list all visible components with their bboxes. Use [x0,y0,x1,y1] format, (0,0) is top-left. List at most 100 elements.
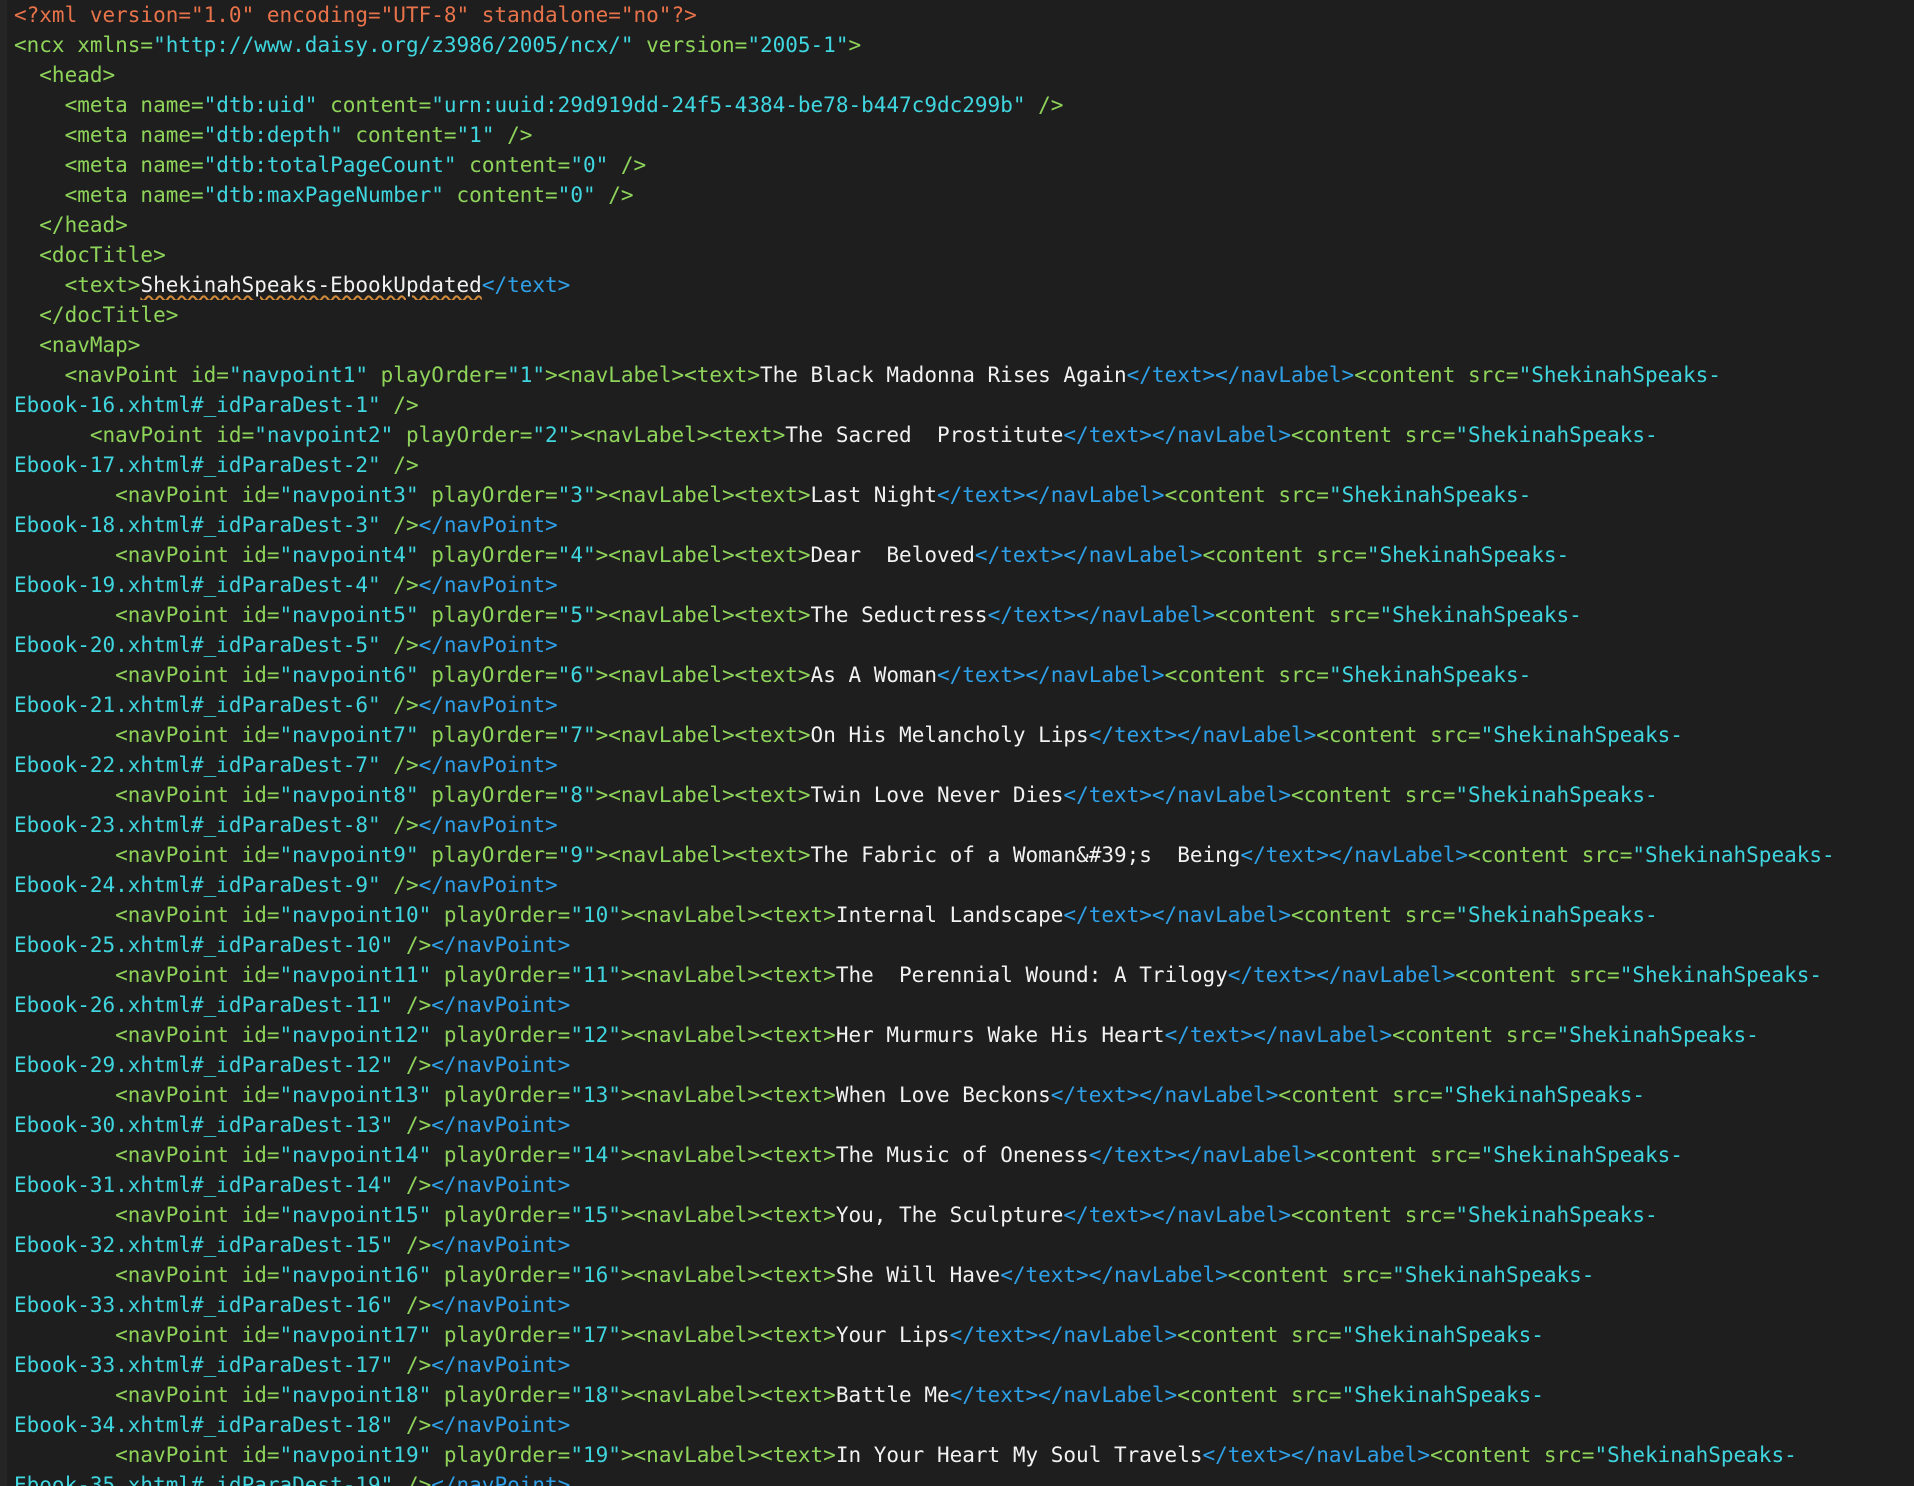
xml-tag: <content src= [1316,723,1481,747]
xml-tag: <content src= [1468,843,1633,867]
code-line[interactable]: <meta name="dtb:uid" content="urn:uuid:2… [14,90,1914,120]
editor-gutter [0,0,7,1486]
code-line[interactable]: <navPoint id="navpoint14" playOrder="14"… [14,1140,1914,1170]
code-line[interactable]: Ebook-22.xhtml#_idParaDest-7" /></navPoi… [14,750,1914,780]
code-line[interactable]: Ebook-24.xhtml#_idParaDest-9" /></navPoi… [14,870,1914,900]
code-lines[interactable]: <?xml version="1.0" encoding="UTF-8" sta… [14,0,1914,1486]
xml-tag: <navPoint id= [14,483,280,507]
code-line[interactable]: <meta name="dtb:maxPageNumber" content="… [14,180,1914,210]
code-line[interactable]: Ebook-31.xhtml#_idParaDest-14" /></navPo… [14,1170,1914,1200]
code-line[interactable]: <navPoint id="navpoint10" playOrder="10"… [14,900,1914,930]
code-line[interactable]: <navPoint id="navpoint4" playOrder="4"><… [14,540,1914,570]
xml-tag: <navPoint id= [14,363,229,387]
code-line[interactable]: <navPoint id="navpoint16" playOrder="16"… [14,1260,1914,1290]
code-line[interactable]: <head> [14,60,1914,90]
attribute-value: "navpoint6" [279,663,419,687]
code-line[interactable]: <navPoint id="navpoint15" playOrder="15"… [14,1200,1914,1230]
code-line[interactable]: <navPoint id="navpoint11" playOrder="11"… [14,960,1914,990]
xml-tag: <navPoint id= [14,963,280,987]
code-line[interactable]: <meta name="dtb:totalPageCount" content=… [14,150,1914,180]
text-content: She Will Have [835,1263,1001,1287]
code-line[interactable]: Ebook-18.xhtml#_idParaDest-3" /></navPoi… [14,510,1914,540]
code-line[interactable]: <navPoint id="navpoint8" playOrder="8"><… [14,780,1914,810]
xml-tag: playOrder= [431,903,571,927]
xml-close-tag: </navPoint> [418,753,558,777]
code-line[interactable]: Ebook-32.xhtml#_idParaDest-15" /></navPo… [14,1230,1914,1260]
code-line[interactable]: Ebook-23.xhtml#_idParaDest-8" /></navPoi… [14,810,1914,840]
code-line[interactable]: Ebook-35.xhtml#_idParaDest-19" /></navPo… [14,1470,1914,1486]
xml-tag: /> [393,1173,432,1197]
code-line[interactable]: <navPoint id="navpoint19" playOrder="19"… [14,1440,1914,1470]
code-line[interactable]: Ebook-16.xhtml#_idParaDest-1" /> [14,390,1914,420]
attribute-value: "17" [570,1323,621,1347]
code-line[interactable]: <?xml version="1.0" encoding="UTF-8" sta… [14,0,1914,30]
code-line[interactable]: <navPoint id="navpoint9" playOrder="9"><… [14,840,1914,870]
attribute-value: "navpoint16" [279,1263,432,1287]
code-line[interactable]: <navPoint id="navpoint17" playOrder="17"… [14,1320,1914,1350]
xml-tag: <navPoint id= [14,1203,280,1227]
code-line[interactable]: Ebook-29.xhtml#_idParaDest-12" /></navPo… [14,1050,1914,1080]
attribute-value: Ebook-31.xhtml#_idParaDest-14" [14,1173,394,1197]
code-line[interactable]: Ebook-21.xhtml#_idParaDest-6" /></navPoi… [14,690,1914,720]
code-line[interactable]: Ebook-17.xhtml#_idParaDest-2" /> [14,450,1914,480]
xml-tag: /> [393,1473,432,1486]
attribute-value: Ebook-20.xhtml#_idParaDest-5" [14,633,381,657]
xml-tag: <meta name= [14,93,204,117]
attribute-value: "http://www.daisy.org/z3986/2005/ncx/" [153,33,634,57]
code-line[interactable]: Ebook-25.xhtml#_idParaDest-10" /></navPo… [14,930,1914,960]
xml-tag: /> [393,1113,432,1137]
code-line[interactable]: <meta name="dtb:depth" content="1" /> [14,120,1914,150]
xml-tag: <navPoint id= [14,423,255,447]
code-line[interactable]: Ebook-26.xhtml#_idParaDest-11" /></navPo… [14,990,1914,1020]
attribute-value: Ebook-16.xhtml#_idParaDest-1" [14,393,381,417]
xml-tag: playOrder= [431,1083,571,1107]
xml-tag: <navPoint id= [14,723,280,747]
code-line[interactable]: Ebook-19.xhtml#_idParaDest-4" /></navPoi… [14,570,1914,600]
code-line[interactable]: <navPoint id="navpoint12" playOrder="12"… [14,1020,1914,1050]
code-line[interactable]: <navMap> [14,330,1914,360]
code-line[interactable]: <navPoint id="navpoint13" playOrder="13"… [14,1080,1914,1110]
xml-close-tag: </text></navLabel> [936,663,1165,687]
attribute-value: "1" [507,363,546,387]
code-line[interactable]: Ebook-33.xhtml#_idParaDest-17" /></navPo… [14,1350,1914,1380]
attribute-value: "6" [557,663,596,687]
code-line[interactable]: </docTitle> [14,300,1914,330]
code-line[interactable]: <text>ShekinahSpeaks-EbookUpdated</text> [14,270,1914,300]
code-line[interactable]: <navPoint id="navpoint7" playOrder="7"><… [14,720,1914,750]
xml-tag: <content src= [1290,903,1456,927]
attribute-value: "navpoint4" [279,543,419,567]
xml-tag: <content src= [1278,1083,1443,1107]
attribute-value: "8" [557,783,596,807]
xml-close-tag: </navPoint> [431,1353,571,1377]
text-content: Internal Landscape [835,903,1064,927]
code-line[interactable]: Ebook-34.xhtml#_idParaDest-18" /></navPo… [14,1410,1914,1440]
code-line[interactable]: <navPoint id="navpoint1" playOrder="1"><… [14,360,1914,390]
code-line[interactable]: </head> [14,210,1914,240]
code-line[interactable]: <navPoint id="navpoint6" playOrder="6"><… [14,660,1914,690]
xml-tag: <docTitle> [14,243,166,267]
attribute-value: Ebook-19.xhtml#_idParaDest-4" [14,573,381,597]
code-line[interactable]: Ebook-30.xhtml#_idParaDest-13" /></navPo… [14,1110,1914,1140]
code-line[interactable]: <ncx xmlns="http://www.daisy.org/z3986/2… [14,30,1914,60]
xml-tag: </head> [14,213,128,237]
xml-tag: ><navLabel><text> [620,1203,836,1227]
code-line[interactable]: <navPoint id="navpoint2" playOrder="2"><… [14,420,1914,450]
code-line[interactable]: Ebook-20.xhtml#_idParaDest-5" /></navPoi… [14,630,1914,660]
xml-tag: /> [595,183,634,207]
xml-tag: <content src= [1177,1323,1342,1347]
code-line[interactable]: <navPoint id="navpoint5" playOrder="5"><… [14,600,1914,630]
attribute-value: Ebook-34.xhtml#_idParaDest-18" [14,1413,394,1437]
attribute-value: Ebook-23.xhtml#_idParaDest-8" [14,813,381,837]
attribute-value: "navpoint12" [279,1023,432,1047]
code-line[interactable]: <navPoint id="navpoint18" playOrder="18"… [14,1380,1914,1410]
attribute-value: "ShekinahSpeaks- [1632,843,1835,867]
code-line[interactable]: Ebook-33.xhtml#_idParaDest-16" /></navPo… [14,1290,1914,1320]
code-line[interactable]: <navPoint id="navpoint3" playOrder="3"><… [14,480,1914,510]
xml-close-tag: </navPoint> [418,873,558,897]
attribute-value: "navpoint7" [279,723,419,747]
attribute-value: Ebook-33.xhtml#_idParaDest-16" [14,1293,394,1317]
code-line[interactable]: <docTitle> [14,240,1914,270]
xml-close-tag: </navPoint> [431,993,571,1017]
code-editor[interactable]: <?xml version="1.0" encoding="UTF-8" sta… [0,0,1914,1486]
xml-close-tag: </text></navLabel> [1063,423,1291,447]
